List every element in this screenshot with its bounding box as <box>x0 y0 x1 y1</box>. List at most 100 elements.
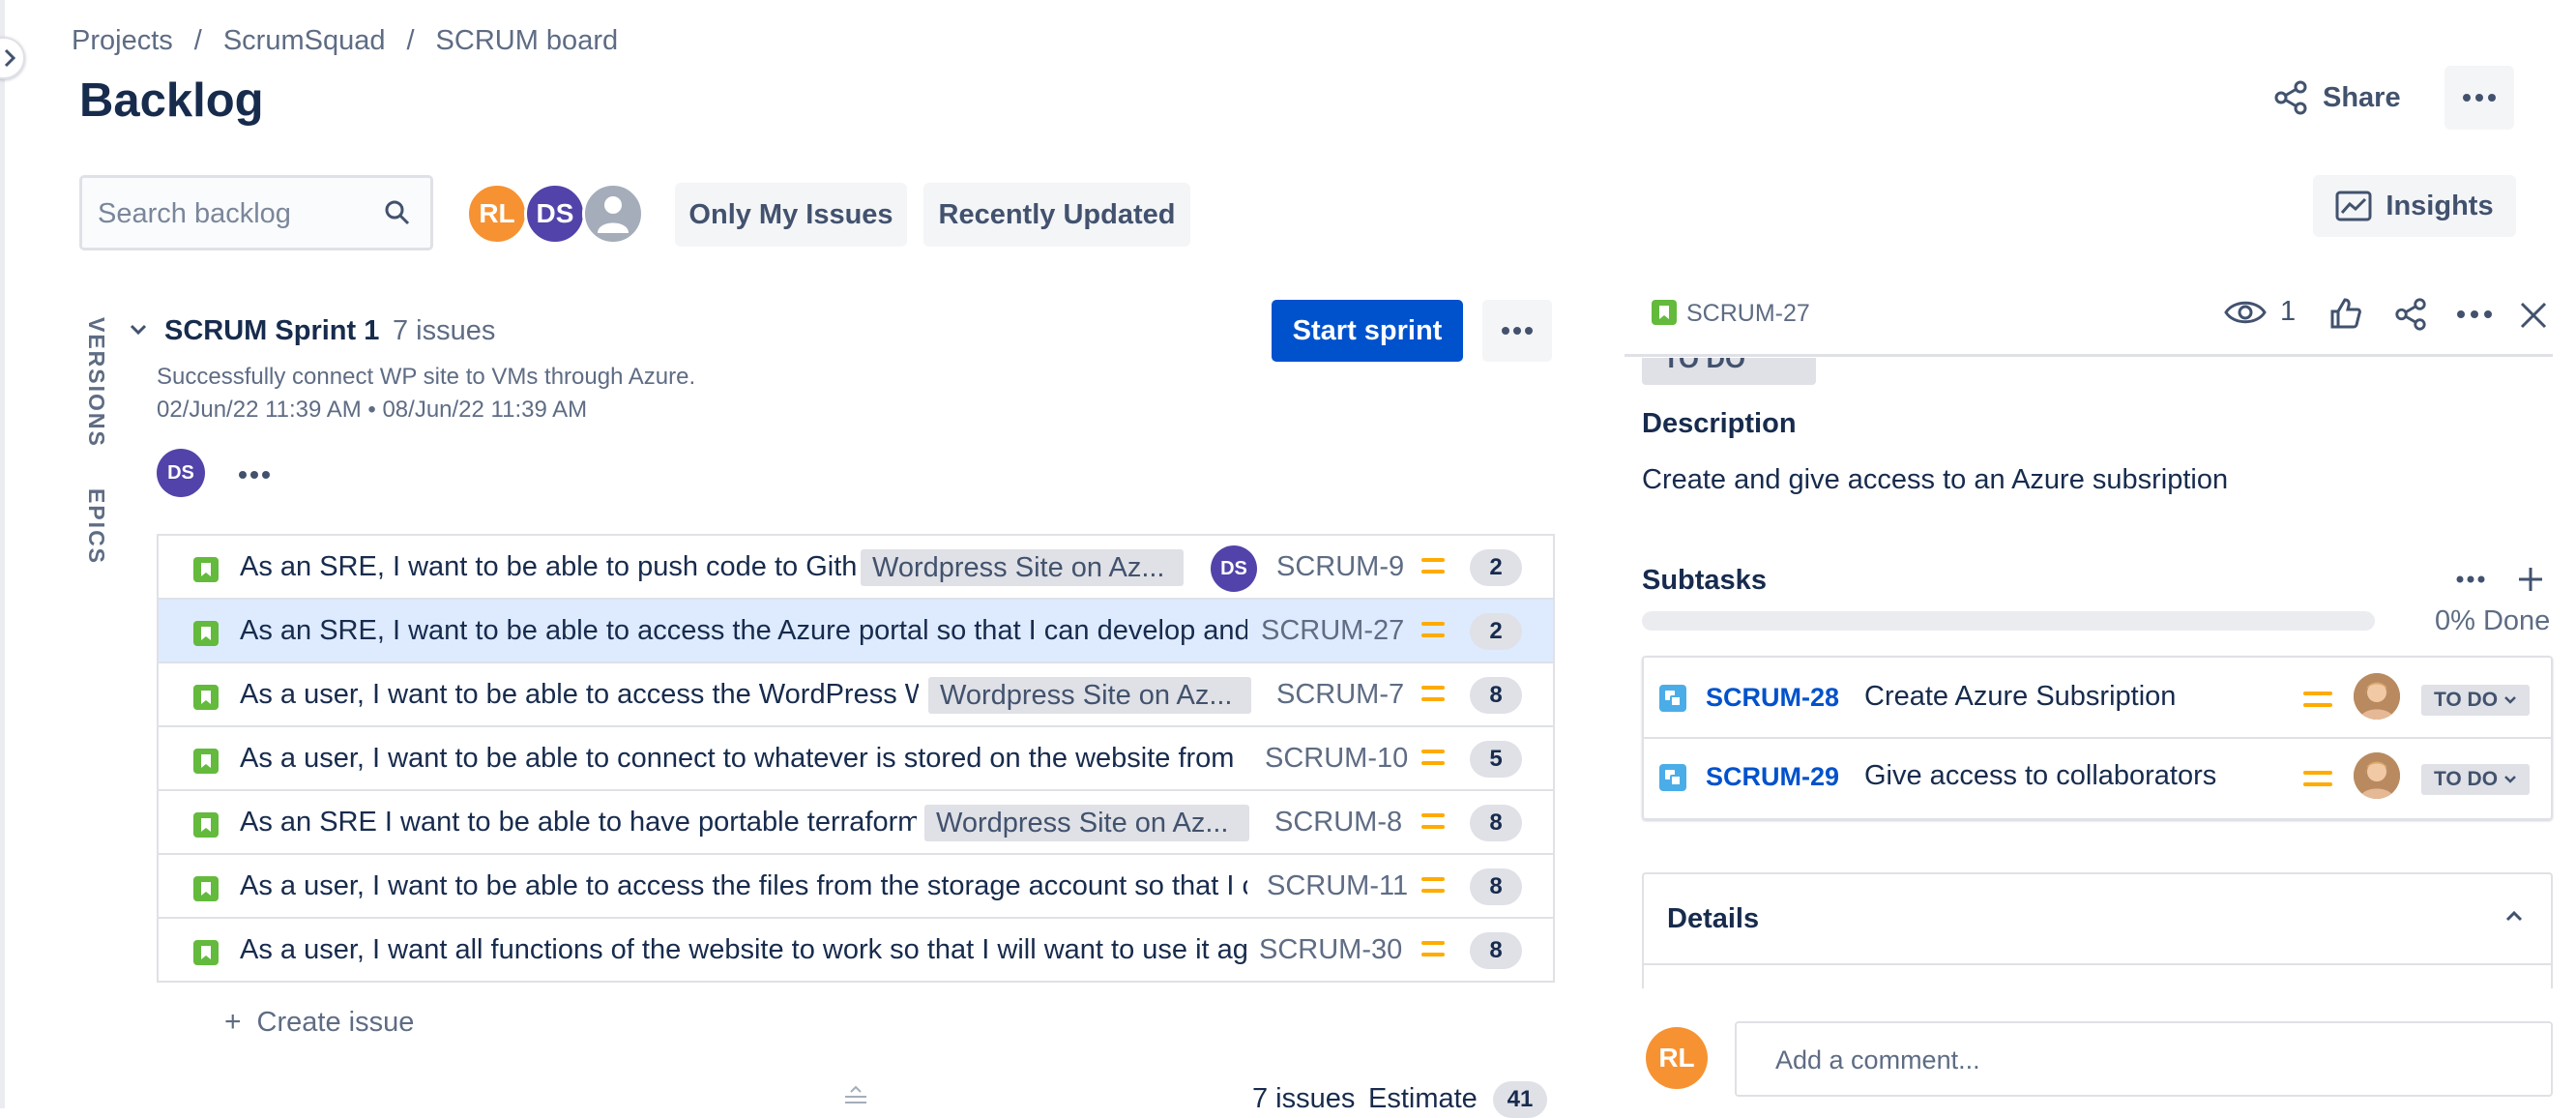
subtask-key[interactable]: SCRUM-29 <box>1706 762 1839 792</box>
issue-row[interactable]: As an SRE, I want to be able to push cod… <box>159 536 1553 600</box>
avatar-filter-unassigned[interactable] <box>582 183 644 245</box>
subtask-status-label: TO DO <box>2433 768 2499 790</box>
priority-medium-icon <box>1421 941 1445 956</box>
priority-medium-icon <box>1421 622 1445 637</box>
breadcrumb-separator: / <box>193 25 202 56</box>
breadcrumb-projects[interactable]: Projects <box>72 25 173 56</box>
epic-badge[interactable]: Wordpress Site on Az... <box>861 549 1184 586</box>
watch-button[interactable]: 1 <box>2224 296 2296 328</box>
person-photo-icon <box>2354 673 2400 720</box>
only-my-issues-button[interactable]: Only My Issues <box>675 183 907 247</box>
comment-input[interactable] <box>1773 1044 2512 1076</box>
issue-summary: As an SRE, I want to be able to access t… <box>240 615 1247 646</box>
eye-icon <box>2224 301 2267 323</box>
issue-key[interactable]: SCRUM-10 <box>1265 743 1408 775</box>
issue-row[interactable]: As an SRE, I want to be able to access t… <box>159 600 1553 663</box>
more-icon[interactable] <box>2456 574 2485 584</box>
issue-key[interactable]: SCRUM-8 <box>1274 807 1402 838</box>
sprint-goal: Successfully connect WP site to VMs thro… <box>157 364 696 390</box>
close-icon[interactable] <box>2518 300 2549 331</box>
status-dropdown[interactable]: TO DO <box>1642 358 1816 385</box>
subtasks-progress-label: 0% Done <box>2435 605 2551 636</box>
user-icon <box>598 196 629 233</box>
avatar[interactable] <box>2354 752 2400 799</box>
epic-badge[interactable]: Wordpress Site on Az... <box>924 805 1249 841</box>
share-button[interactable]: Share <box>2272 73 2401 123</box>
story-icon <box>193 876 219 901</box>
more-icon[interactable] <box>238 470 271 480</box>
story-points-badge[interactable]: 8 <box>1470 805 1522 841</box>
search-input[interactable] <box>96 197 370 231</box>
expand-sidebar-button[interactable] <box>0 37 25 79</box>
insights-label: Insights <box>2386 190 2494 221</box>
breadcrumb-board[interactable]: SCRUM board <box>436 25 619 56</box>
comment-field[interactable] <box>1735 1021 2553 1097</box>
story-points-badge[interactable]: 8 <box>1470 932 1522 969</box>
tab-epics[interactable]: EPICS <box>83 488 109 565</box>
story-points-badge[interactable]: 8 <box>1470 677 1522 714</box>
subtask-summary[interactable]: Create Azure Subsription <box>1864 681 2176 713</box>
breadcrumb: Projects / ScrumSquad / SCRUM board <box>72 25 618 57</box>
issue-key[interactable]: SCRUM-11 <box>1267 870 1408 902</box>
avatar[interactable] <box>2354 673 2400 720</box>
avatar-filter-rl[interactable]: RL <box>466 183 528 245</box>
issue-key[interactable]: SCRUM-7 <box>1276 679 1404 711</box>
share-icon[interactable] <box>2392 297 2429 332</box>
issue-row[interactable]: As a user, I want to be able to access t… <box>159 855 1553 919</box>
priority-medium-icon <box>1421 558 1445 574</box>
plus-icon[interactable] <box>2516 565 2545 594</box>
subtask-icon <box>1659 685 1686 712</box>
estimate-total-badge: 41 <box>1493 1081 1547 1118</box>
breadcrumb-project[interactable]: ScrumSquad <box>223 25 386 56</box>
tab-versions[interactable]: VERSIONS <box>83 317 109 448</box>
chevron-down-icon <box>2504 776 2516 783</box>
detail-issue-key[interactable]: SCRUM-27 <box>1686 300 1810 328</box>
issue-key[interactable]: SCRUM-9 <box>1276 551 1404 583</box>
description-text[interactable]: Create and give access to an Azure subsr… <box>1642 464 2228 496</box>
issue-row[interactable]: As a user, I want to be able to connect … <box>159 727 1553 791</box>
subtask-status-label: TO DO <box>2433 689 2499 711</box>
page-title: Backlog <box>79 74 264 127</box>
search-field[interactable] <box>79 175 433 250</box>
issue-row[interactable]: As a user, I want all functions of the w… <box>159 919 1553 983</box>
subtask-row[interactable]: SCRUM-28 Create Azure Subsription TO DO <box>1644 658 2551 739</box>
story-icon <box>193 749 219 774</box>
issue-row[interactable]: As an SRE I want to be able to have port… <box>159 791 1553 855</box>
insights-button[interactable]: Insights <box>2313 175 2516 237</box>
story-points-badge[interactable]: 5 <box>1470 741 1522 778</box>
sprint-assignee-avatar[interactable]: DS <box>157 449 205 497</box>
issue-key[interactable]: SCRUM-30 <box>1259 934 1402 966</box>
story-points-badge[interactable]: 2 <box>1470 613 1522 650</box>
create-issue-button[interactable]: + Create issue <box>224 1006 414 1039</box>
issue-summary: As a user, I want to be able to access t… <box>240 870 1247 901</box>
priority-medium-icon <box>1421 813 1445 829</box>
sprint-more-button[interactable] <box>1482 300 1552 362</box>
more-icon[interactable] <box>2456 309 2493 319</box>
issue-row[interactable]: As a user, I want to be able to access t… <box>159 663 1553 727</box>
epic-badge[interactable]: Wordpress Site on Az... <box>928 677 1251 714</box>
subtask-row[interactable]: SCRUM-29 Give access to collaborators TO… <box>1644 739 2551 818</box>
drag-handle-icon[interactable] <box>841 1085 870 1108</box>
subtask-status-dropdown[interactable]: TO DO <box>2421 764 2530 795</box>
more-icon <box>2463 94 2496 102</box>
subtask-key[interactable]: SCRUM-28 <box>1706 683 1839 713</box>
create-issue-label: Create issue <box>256 1007 415 1038</box>
details-section[interactable]: Details <box>1642 872 2553 988</box>
story-points-badge[interactable]: 8 <box>1470 868 1522 905</box>
recently-updated-button[interactable]: Recently Updated <box>923 183 1190 247</box>
subtask-summary[interactable]: Give access to collaborators <box>1864 760 2216 792</box>
start-sprint-button[interactable]: Start sprint <box>1272 300 1463 362</box>
issue-summary: As an SRE I want to be able to have port… <box>240 807 917 838</box>
thumbs-up-icon[interactable] <box>2328 296 2363 331</box>
assignee-avatar[interactable]: DS <box>1211 545 1257 592</box>
issue-summary: As a user, I want to be able to connect … <box>240 743 1242 774</box>
avatar-filter-ds[interactable]: DS <box>524 183 586 245</box>
share-label: Share <box>2323 81 2401 113</box>
more-actions-button[interactable] <box>2444 66 2514 130</box>
chevron-down-icon[interactable] <box>130 323 147 337</box>
issue-key[interactable]: SCRUM-27 <box>1261 615 1404 647</box>
chevron-up-icon[interactable] <box>2504 909 2524 923</box>
story-points-badge[interactable]: 2 <box>1470 549 1522 586</box>
comment-avatar: RL <box>1646 1027 1708 1089</box>
subtask-status-dropdown[interactable]: TO DO <box>2421 685 2530 716</box>
